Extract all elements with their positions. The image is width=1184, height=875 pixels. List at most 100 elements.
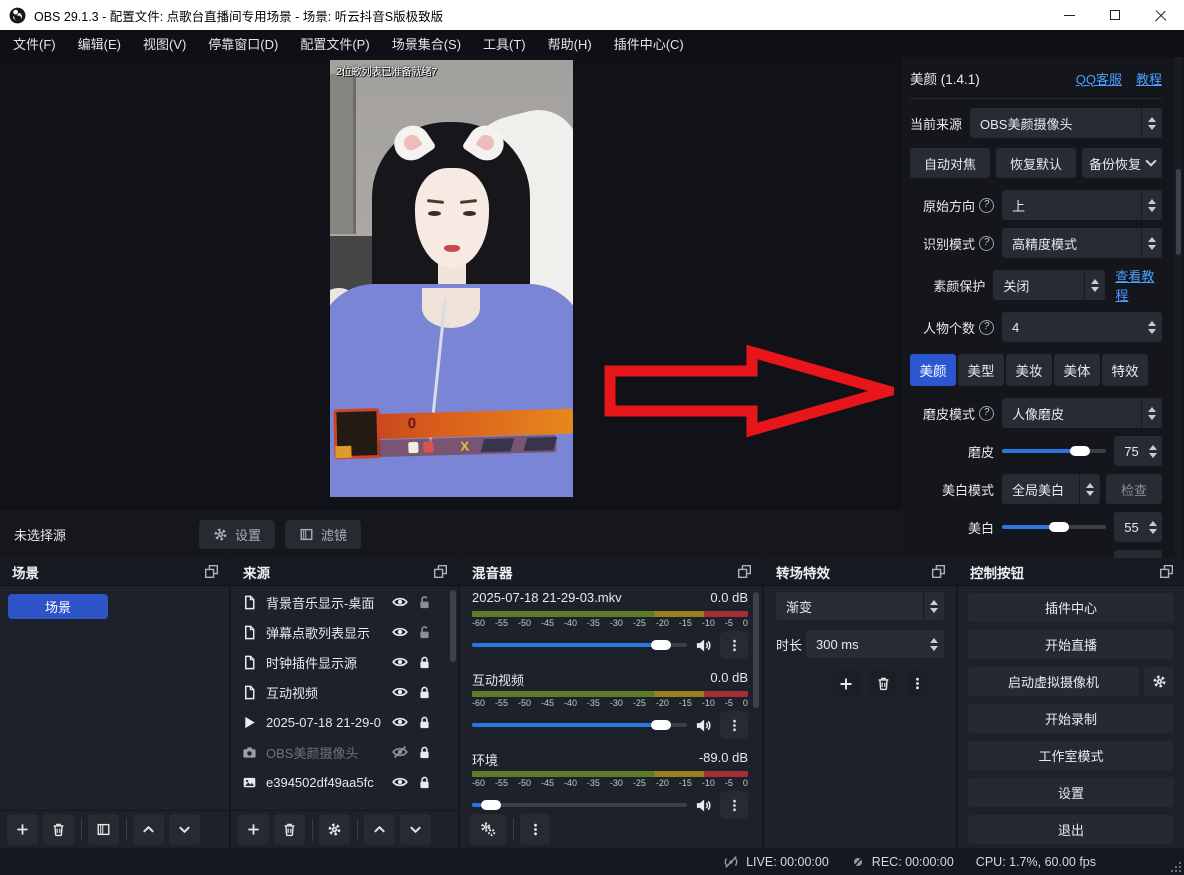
recognition-mode-select[interactable]: 高精度模式 xyxy=(1002,228,1162,258)
smooth-value-spinner[interactable]: 75 xyxy=(1114,436,1162,466)
lock-open-icon[interactable] xyxy=(417,625,432,640)
tab-body[interactable]: 美体 xyxy=(1054,354,1100,386)
spinner-arrows-icon[interactable] xyxy=(1141,312,1162,342)
start-recording-button[interactable]: 开始录制 xyxy=(968,704,1174,733)
menu-item-docks[interactable]: 停靠窗口(D) xyxy=(197,34,289,53)
qq-support-link[interactable]: QQ客服 xyxy=(1076,69,1122,88)
spinner-arrows-icon[interactable] xyxy=(1141,228,1162,258)
source-properties-button[interactable] xyxy=(319,814,350,845)
source-row[interactable]: 背景音乐显示-桌面 xyxy=(231,587,458,617)
backup-restore-button[interactable]: 备份恢复 xyxy=(1082,148,1162,178)
source-row[interactable]: OBS美颜摄像头 xyxy=(231,737,458,767)
popout-icon[interactable] xyxy=(1159,564,1174,579)
menu-item-file[interactable]: 文件(F) xyxy=(2,34,67,53)
close-button[interactable] xyxy=(1138,0,1184,30)
restore-default-button[interactable]: 恢复默认 xyxy=(996,148,1076,178)
webcam-video-preview[interactable]: 2位歌列表已准备就绪7 0 X xyxy=(330,60,573,497)
speaker-icon[interactable] xyxy=(695,637,712,654)
volume-slider[interactable] xyxy=(472,639,687,651)
smooth-mode-select[interactable]: 人像磨皮 xyxy=(1002,398,1162,428)
autofocus-button[interactable]: 自动对焦 xyxy=(910,148,990,178)
help-icon[interactable] xyxy=(979,406,994,421)
settings-button[interactable]: 设置 xyxy=(968,778,1174,807)
eye-slash-icon[interactable] xyxy=(392,744,408,760)
scene-filters-button[interactable] xyxy=(88,814,119,845)
help-icon[interactable] xyxy=(979,320,994,335)
add-source-button[interactable] xyxy=(238,814,269,845)
speaker-icon[interactable] xyxy=(695,717,712,734)
minimize-button[interactable] xyxy=(1046,0,1092,30)
lock-icon[interactable] xyxy=(417,775,432,790)
whitening-slider[interactable] xyxy=(1002,521,1106,533)
start-streaming-button[interactable]: 开始直播 xyxy=(968,630,1174,659)
spinner-arrows-icon[interactable] xyxy=(1141,108,1162,138)
person-count-spinner[interactable]: 4 xyxy=(1002,312,1162,342)
menu-item-help[interactable]: 帮助(H) xyxy=(537,34,603,53)
lock-icon[interactable] xyxy=(417,715,432,730)
remove-source-button[interactable] xyxy=(274,814,305,845)
tab-reshape[interactable]: 美型 xyxy=(958,354,1004,386)
help-icon[interactable] xyxy=(979,198,994,213)
eye-icon[interactable] xyxy=(392,594,408,610)
menu-item-view[interactable]: 视图(V) xyxy=(132,34,197,53)
sources-scrollbar[interactable] xyxy=(450,590,456,662)
volume-slider[interactable] xyxy=(472,719,687,731)
popout-icon[interactable] xyxy=(737,564,752,579)
current-source-select[interactable]: OBS美颜摄像头 xyxy=(970,108,1162,138)
smooth-slider[interactable] xyxy=(1002,445,1106,457)
view-tutorial-link[interactable]: 查看教程 xyxy=(1115,266,1162,304)
lock-icon[interactable] xyxy=(417,685,432,700)
lock-icon[interactable] xyxy=(417,745,432,760)
remove-transition-button[interactable] xyxy=(870,670,897,697)
menu-item-profile[interactable]: 配置文件(P) xyxy=(289,34,380,53)
remove-scene-button[interactable] xyxy=(43,814,74,845)
studio-mode-button[interactable]: 工作室模式 xyxy=(968,741,1174,770)
makeup-protect-select[interactable]: 关闭 xyxy=(993,270,1105,300)
eye-icon[interactable] xyxy=(392,624,408,640)
source-filters-button[interactable]: 滤镜 xyxy=(285,520,361,549)
mixer-scrollbar[interactable] xyxy=(753,592,759,708)
mixer-options-button[interactable] xyxy=(520,814,550,845)
clarity-value-spinner[interactable]: 0 xyxy=(1114,550,1162,558)
start-virtual-camera-button[interactable]: 启动虚拟摄像机 xyxy=(968,667,1139,696)
transition-options-button[interactable] xyxy=(906,670,928,697)
lock-open-icon[interactable] xyxy=(417,595,432,610)
transition-select[interactable]: 渐变 xyxy=(776,592,944,620)
channel-options-button[interactable] xyxy=(720,711,748,739)
source-row[interactable]: e394502df49aa5fc xyxy=(231,767,458,797)
whitening-value-spinner[interactable]: 55 xyxy=(1114,512,1162,542)
popout-icon[interactable] xyxy=(204,564,219,579)
source-row[interactable]: 2025-07-18 21-29-0 xyxy=(231,707,458,737)
scene-down-button[interactable] xyxy=(169,814,200,845)
channel-options-button[interactable] xyxy=(720,631,748,659)
add-transition-button[interactable] xyxy=(831,670,861,697)
preview-canvas[interactable]: 2位歌列表已准备就绪7 0 X xyxy=(0,57,902,510)
menu-item-tools[interactable]: 工具(T) xyxy=(472,34,537,53)
source-down-button[interactable] xyxy=(400,814,431,845)
popout-icon[interactable] xyxy=(931,564,946,579)
check-button[interactable]: 检查 xyxy=(1106,474,1162,504)
popout-icon[interactable] xyxy=(433,564,448,579)
tab-makeup[interactable]: 美妆 xyxy=(1006,354,1052,386)
advanced-audio-button[interactable] xyxy=(470,814,506,845)
whitening-mode-select[interactable]: 全局美白 xyxy=(1002,474,1100,504)
duration-spinner[interactable]: 300 ms xyxy=(806,630,944,658)
source-row[interactable]: 弹幕点歌列表显示 xyxy=(231,617,458,647)
eye-icon[interactable] xyxy=(392,714,408,730)
orientation-select[interactable]: 上 xyxy=(1002,190,1162,220)
spinner-arrows-icon[interactable] xyxy=(1079,474,1100,504)
beauty-panel-scrollbar[interactable] xyxy=(1175,57,1182,558)
resize-grip[interactable] xyxy=(1171,862,1181,872)
scene-item-selected[interactable]: 场景 xyxy=(8,594,108,619)
add-scene-button[interactable] xyxy=(7,814,38,845)
tab-beauty[interactable]: 美颜 xyxy=(910,354,956,386)
maximize-button[interactable] xyxy=(1092,0,1138,30)
tutorial-link[interactable]: 教程 xyxy=(1136,69,1162,88)
eye-icon[interactable] xyxy=(392,654,408,670)
menu-item-edit[interactable]: 编辑(E) xyxy=(67,34,132,53)
help-icon[interactable] xyxy=(979,236,994,251)
source-row[interactable]: 时钟插件显示源 xyxy=(231,647,458,677)
scene-up-button[interactable] xyxy=(133,814,164,845)
source-up-button[interactable] xyxy=(364,814,395,845)
menu-item-scene-collection[interactable]: 场景集合(S) xyxy=(381,34,472,53)
